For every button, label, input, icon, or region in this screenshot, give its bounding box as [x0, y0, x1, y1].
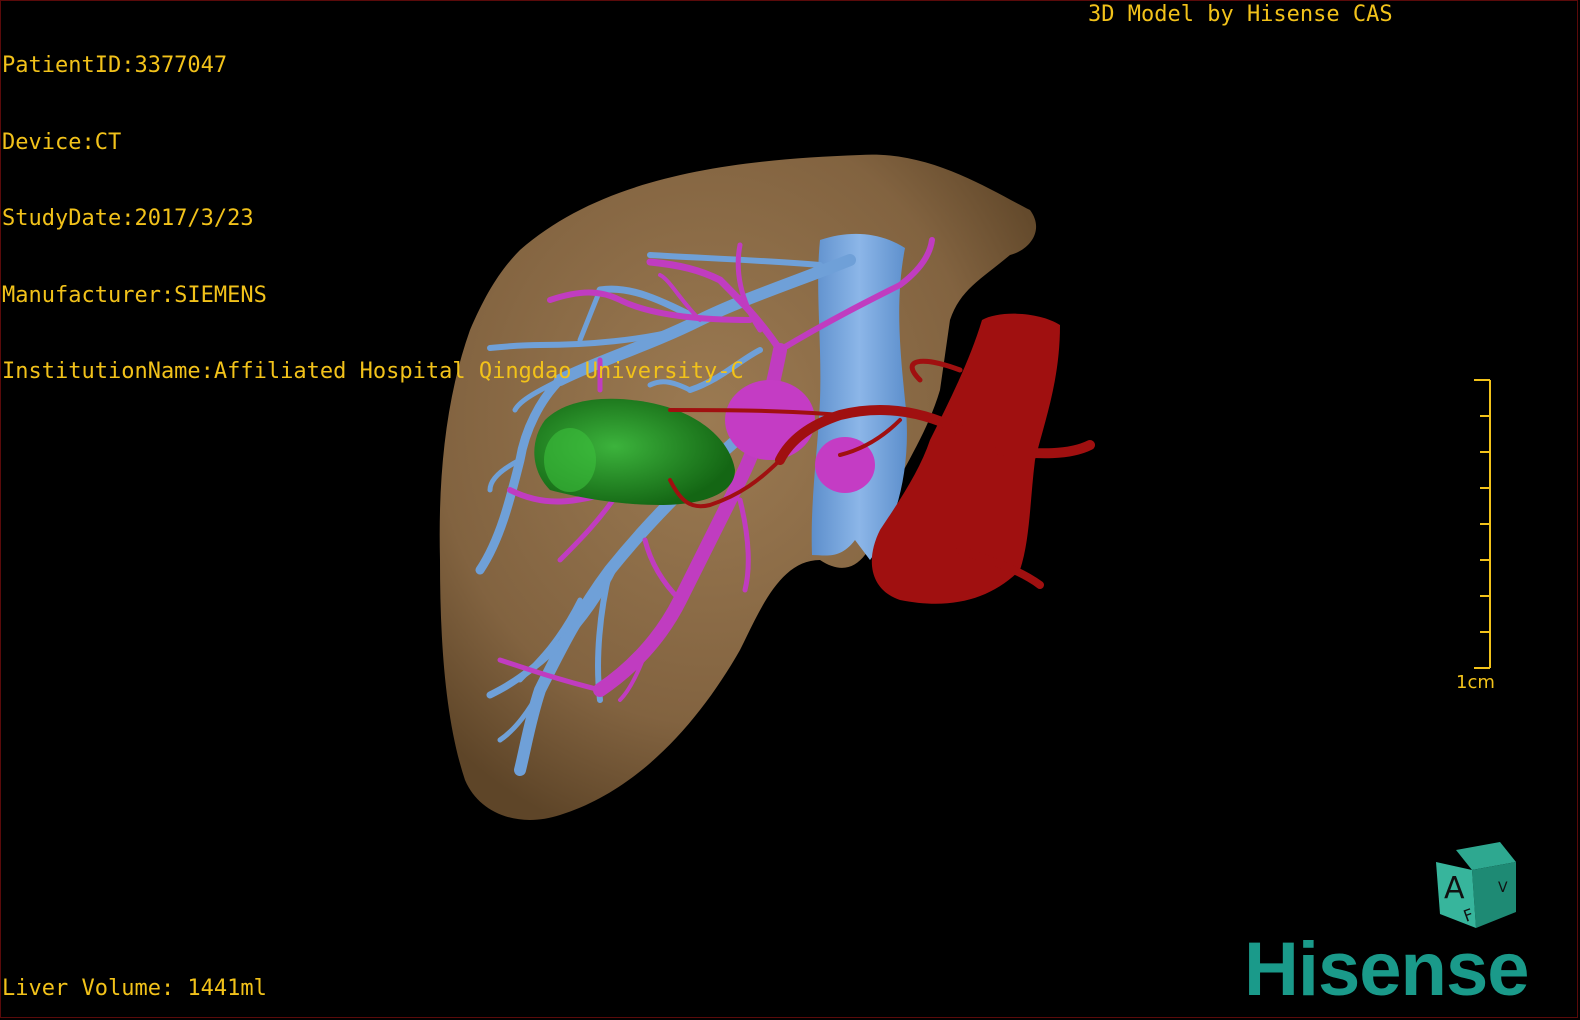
- device: Device:CT: [2, 129, 122, 155]
- study-date: StudyDate:2017/3/23: [2, 206, 254, 231]
- cube-face-front: A: [1444, 871, 1465, 906]
- dicom-info-overlay: PatientID:3377047 Device:CT StudyDate:20…: [2, 2, 744, 410]
- liver-volume-readout: Liver Volume: 1441ml: [2, 976, 267, 1001]
- hisense-logo: Hisense: [1244, 927, 1529, 1012]
- institution-name: InstitutionName:Affiliated Hospital Qing…: [2, 359, 744, 384]
- manufacturer: Manufacturer:SIEMENS: [2, 282, 267, 308]
- cube-face-side: V: [1498, 880, 1508, 896]
- orientation-cube[interactable]: A F V: [1436, 842, 1528, 934]
- model-credit: 3D Model by Hisense CAS: [1088, 2, 1393, 27]
- scale-bar: [1474, 379, 1491, 669]
- patient-id: PatientID:3377047: [2, 53, 228, 78]
- scale-bar-label: 1cm: [1456, 672, 1495, 693]
